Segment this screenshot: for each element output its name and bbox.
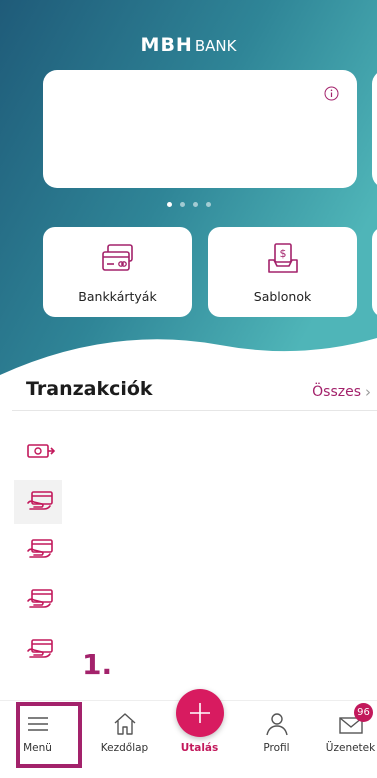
credit-card-icon [101, 244, 133, 271]
account-card[interactable] [43, 70, 357, 188]
transaction-row[interactable] [14, 578, 62, 622]
transaction-row[interactable] [14, 430, 62, 474]
template-tray-icon: $ [267, 243, 298, 273]
carousel-dot[interactable] [166, 202, 172, 207]
messages-badge: 96 [354, 703, 373, 722]
bank-logo: MBH BANK [0, 34, 377, 56]
transfer-fab[interactable] [175, 689, 224, 737]
brand-suffix: BANK [194, 37, 237, 55]
templates-label: Sablonok [253, 289, 312, 304]
all-transactions-label: Összes [312, 384, 361, 400]
home-icon [114, 713, 135, 735]
transaction-row[interactable] [14, 528, 62, 572]
chevron-right-icon: › [365, 383, 371, 401]
nav-profile[interactable]: Profil [239, 701, 314, 778]
carousel-dot[interactable] [192, 202, 198, 207]
nav-messages[interactable]: 96 Üzenetek [313, 701, 377, 778]
card-hand-icon [27, 491, 53, 510]
templates-tile[interactable]: $ Sablonok [208, 227, 357, 317]
all-transactions-link[interactable]: Összes › [312, 383, 371, 401]
cash-icon [27, 444, 56, 458]
nav-transfer[interactable]: Utalás [162, 689, 237, 778]
svg-text:$: $ [279, 247, 286, 260]
transaction-row[interactable] [14, 480, 62, 524]
brand-name: MBH [140, 34, 193, 56]
divider [12, 410, 377, 411]
hero-background [0, 0, 377, 375]
carousel-dot[interactable] [205, 202, 211, 207]
bank-cards-label: Bankkártyák [78, 289, 157, 304]
nav-messages-label: Üzenetek [325, 742, 376, 754]
card-hand-icon [27, 589, 53, 608]
nav-home-label: Kezdőlap [100, 742, 149, 754]
plus-icon [189, 703, 210, 723]
menu-highlight-frame [16, 702, 82, 768]
nav-home[interactable]: Kezdőlap [87, 701, 162, 778]
carousel-dot[interactable] [179, 202, 185, 207]
tile-next[interactable] [372, 227, 377, 317]
card-hand-icon [27, 539, 53, 558]
step-annotation: 1. [82, 648, 113, 681]
card-hand-icon [27, 639, 53, 658]
user-icon [265, 713, 288, 736]
account-card-next[interactable] [372, 70, 377, 188]
nav-profile-label: Profil [263, 742, 290, 754]
nav-transfer-label: Utalás [180, 742, 219, 754]
transactions-title: Tranzakciók [26, 378, 153, 400]
carousel-dots [0, 202, 377, 207]
transaction-row[interactable] [14, 628, 62, 672]
transactions-header: Tranzakciók Összes › [0, 378, 377, 406]
bank-cards-tile[interactable]: Bankkártyák [43, 227, 192, 317]
info-icon[interactable] [324, 86, 339, 101]
hero-header: MBH BANK Bankkártyák $ Sablonok [0, 0, 377, 400]
